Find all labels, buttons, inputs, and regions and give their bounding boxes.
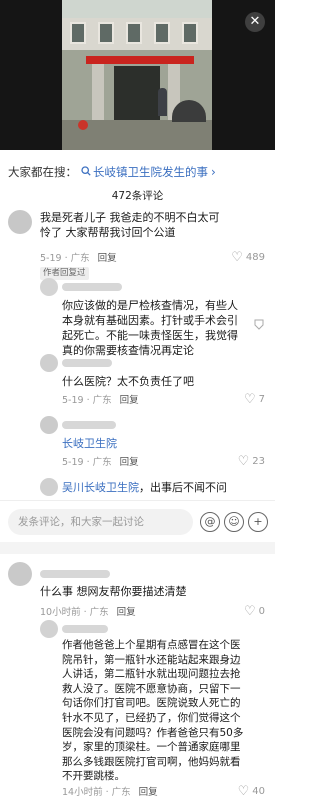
comment-date-location: 5-19 · 广东 <box>62 395 112 406</box>
like-button[interactable]: ♡ 0 <box>244 604 265 619</box>
comment-meta: 5-19 · 广东 回复 <box>62 454 139 468</box>
avatar[interactable] <box>8 562 32 586</box>
emoji-icon[interactable]: ☺ <box>224 512 244 532</box>
username-blurred <box>62 421 116 429</box>
username-blurred <box>40 570 110 578</box>
like-count: 7 <box>258 394 265 405</box>
comment-text: 作者他爸爸上个星期有点感冒在这个医院吊针，第一瓶针水还能站起来跟身边人讲话，第二… <box>62 639 244 783</box>
hospital-link[interactable]: 吴川长岐卫生院 <box>62 481 139 494</box>
comment-count: 472条评论 <box>111 190 164 202</box>
comment-date-location: 14小时前 · 广东 <box>62 787 131 798</box>
avatar[interactable] <box>40 416 58 434</box>
comment-text-link[interactable]: 长岐卫生院 <box>62 436 238 451</box>
search-suggestion[interactable]: 大家都在搜： 长岐镇卫生院发生的事 › <box>8 164 216 180</box>
comment-text: 什么医院？太不负责任了吧 <box>62 375 194 388</box>
comment-text: 你应该做的是尸检核查情况，有些人本身就有基础因素。打针或手术会引起死亡。不能一味… <box>62 299 238 357</box>
comment-text: 什么事 想网友帮你要描述清楚 <box>40 585 187 598</box>
video-thumbnail <box>62 0 212 150</box>
heart-icon: ♡ <box>243 392 256 407</box>
search-term-link[interactable]: 长岐镇卫生院发生的事 <box>93 164 208 180</box>
avatar[interactable] <box>40 620 58 638</box>
dislike-icon[interactable] <box>253 318 265 333</box>
comment-meta: 14小时前 · 广东 回复 <box>62 784 158 798</box>
avatar[interactable] <box>8 210 32 234</box>
add-icon[interactable]: + <box>248 512 268 532</box>
heart-icon: ♡ <box>231 250 243 265</box>
comment-meta: 5-19 · 广东 回复 <box>62 392 139 406</box>
chevron-right-icon: › <box>211 165 216 179</box>
reply-button[interactable]: 回复 <box>117 607 136 618</box>
video-frame[interactable]: ✕ <box>0 0 275 150</box>
comment-date-location: 5-19 · 广东 <box>40 253 90 264</box>
comment-sheet: 大家都在搜： 长岐镇卫生院发生的事 › 472条评论 我是死者儿子 我爸走的不明… <box>0 150 275 800</box>
comment-meta: 5-19 · 广东 回复 <box>40 250 117 264</box>
avatar[interactable] <box>40 478 58 496</box>
reply-button[interactable]: 回复 <box>139 787 158 798</box>
username-blurred <box>62 283 122 291</box>
like-count: 489 <box>245 252 265 263</box>
heart-icon: ♡ <box>237 454 250 469</box>
heart-icon: ♡ <box>237 784 250 799</box>
search-icon <box>81 165 91 179</box>
avatar[interactable] <box>40 278 58 296</box>
close-icon[interactable]: ✕ <box>245 12 265 32</box>
comment-text: 我是死者儿子 我爸走的不明不白太可怜了 大家帮帮我讨回个公道 <box>40 211 220 239</box>
like-count: 40 <box>252 786 265 797</box>
comment-meta: 10小时前 · 广东 回复 <box>40 604 136 618</box>
reply-button[interactable]: 回复 <box>120 457 139 468</box>
like-button[interactable]: ♡ 23 <box>238 454 265 469</box>
comment-text: 吴川长岐卫生院，出事后不闻不问 <box>62 481 227 494</box>
like-button[interactable]: ♡ 40 <box>238 784 265 799</box>
avatar[interactable] <box>40 354 58 372</box>
username-blurred <box>62 359 112 367</box>
reply-button[interactable]: 回复 <box>98 253 117 264</box>
comment-input[interactable]: 发条评论，和大家一起讨论 <box>8 509 193 535</box>
search-prefix: 大家都在搜： <box>8 165 77 179</box>
at-mention-icon[interactable]: @ <box>200 512 220 532</box>
comment-input-bar: 发条评论，和大家一起讨论 @ ☺ + <box>0 500 275 542</box>
like-count: 0 <box>258 606 265 617</box>
section-divider <box>0 542 275 554</box>
username-blurred <box>62 625 108 633</box>
comment-date-location: 5-19 · 广东 <box>62 457 112 468</box>
like-count: 23 <box>252 456 265 467</box>
comment-date-location: 10小时前 · 广东 <box>40 607 109 618</box>
like-button[interactable]: ♡ 7 <box>244 392 265 407</box>
reply-button[interactable]: 回复 <box>120 395 139 406</box>
like-button[interactable]: ♡ 489 <box>231 250 265 265</box>
heart-icon: ♡ <box>243 604 256 619</box>
